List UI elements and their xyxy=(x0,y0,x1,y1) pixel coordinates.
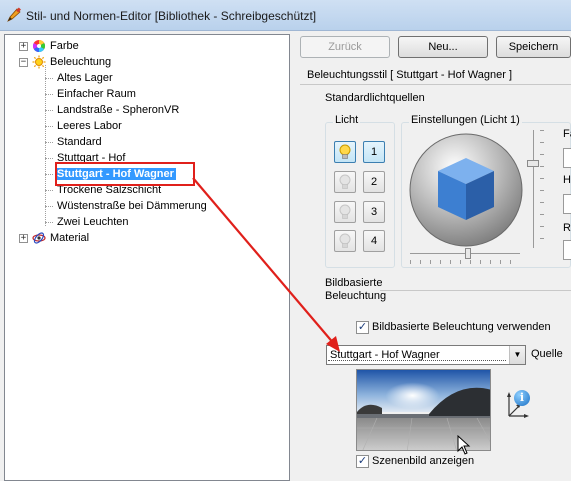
light-2-button[interactable]: 2 xyxy=(363,171,385,193)
vertical-slider-thumb[interactable] xyxy=(527,160,539,167)
tree-item-zwei-leuchten[interactable]: Zwei Leuchten xyxy=(57,214,129,230)
light-4-toggle[interactable] xyxy=(334,230,356,252)
tree-item-standard[interactable]: Standard xyxy=(57,134,102,150)
light-4-button[interactable]: 4 xyxy=(363,230,385,252)
vertical-slider-track[interactable] xyxy=(533,130,534,248)
tree-item-label: Landstraße - SpheronVR xyxy=(57,104,180,116)
ibl-source-label: Quelle xyxy=(531,348,563,360)
style-header: Beleuchtungsstil [ Stuttgart - Hof Wagne… xyxy=(307,69,513,81)
mouse-cursor-icon xyxy=(457,435,471,455)
use-ibl-checkbox[interactable]: ✓ xyxy=(356,321,369,334)
lightbulb-off-icon xyxy=(339,204,351,219)
back-button[interactable]: Zurück xyxy=(300,36,390,58)
header-divider xyxy=(300,84,571,85)
app-pencil-icon xyxy=(7,7,21,22)
tree-guide-line xyxy=(45,110,53,111)
ibl-section-label-line1: Bildbasierte xyxy=(325,277,383,289)
use-ibl-label: Bildbasierte Beleuchtung verwenden xyxy=(372,321,551,333)
settings-group-label: Einstellungen (Licht 1) xyxy=(409,114,522,126)
tree-guide-line xyxy=(45,158,53,159)
tree-node-label: Farbe xyxy=(50,40,79,52)
window-title: Stil- und Normen-Editor [Bibliothek - Sc… xyxy=(26,9,317,23)
tree-node-material[interactable]: + Material xyxy=(19,230,89,246)
material-icon xyxy=(32,232,46,244)
truncated-field[interactable] xyxy=(563,148,571,168)
chevron-down-icon[interactable]: ▼ xyxy=(509,346,525,364)
tree-guide-line xyxy=(45,94,53,95)
truncated-label: R xyxy=(563,222,571,234)
lightbulb-off-icon xyxy=(339,174,351,189)
tree-guide-line xyxy=(45,142,53,143)
info-icon[interactable]: i xyxy=(514,390,530,406)
lightbulb-off-icon xyxy=(339,233,351,248)
tree-item-einfacher-raum[interactable]: Einfacher Raum xyxy=(57,86,136,102)
tree-item-label: Einfacher Raum xyxy=(57,88,136,100)
style-tree[interactable]: + Farbe − Beleuchtung Altes Lager Einfac… xyxy=(4,34,290,481)
truncated-label: Fa xyxy=(563,128,571,140)
ibl-source-dropdown[interactable]: Stuttgart - Hof Wagner ▼ xyxy=(326,345,526,365)
show-scene-label: Szenenbild anzeigen xyxy=(372,455,475,467)
light-group-label: Licht xyxy=(333,114,361,126)
tree-item-landstrasse[interactable]: Landstraße - SpheronVR xyxy=(57,102,179,118)
tree-guide-line xyxy=(45,126,53,127)
tree-item-label: Wüstenstraße bei Dämmerung xyxy=(57,200,207,212)
light-direction-sphere[interactable] xyxy=(408,132,524,248)
sun-icon xyxy=(32,55,46,69)
tree-node-farbe[interactable]: + Farbe xyxy=(19,38,79,54)
light-3-button[interactable]: 3 xyxy=(363,201,385,223)
tree-node-label: Material xyxy=(50,232,90,244)
slider-ticks xyxy=(410,260,520,264)
title-bar: Stil- und Normen-Editor [Bibliothek - Sc… xyxy=(0,0,571,31)
dropdown-focus-underline xyxy=(328,360,506,361)
tree-guide-line xyxy=(45,65,46,226)
save-button[interactable]: Speichern xyxy=(496,36,571,58)
truncated-label: H xyxy=(563,174,571,186)
truncated-field[interactable] xyxy=(563,240,571,260)
tree-item-label: Altes Lager xyxy=(57,72,113,84)
expand-icon[interactable]: + xyxy=(19,233,28,243)
expand-icon[interactable]: + xyxy=(19,41,28,51)
tree-guide-line xyxy=(45,190,53,191)
slider-ticks xyxy=(540,130,544,248)
tree-item-label: Leeres Labor xyxy=(57,120,122,132)
light-1-toggle[interactable] xyxy=(334,141,356,163)
ibl-section-label-line2: Beleuchtung xyxy=(325,290,387,302)
truncated-field[interactable] xyxy=(563,194,571,214)
lightbulb-on-icon xyxy=(339,144,351,159)
tree-item-label: Zwei Leuchten xyxy=(57,216,129,228)
tree-guide-line xyxy=(45,174,53,175)
light-1-button[interactable]: 1 xyxy=(363,141,385,163)
color-wheel-icon xyxy=(32,40,46,52)
tree-item-altes-lager[interactable]: Altes Lager xyxy=(57,70,113,86)
tree-item-wuestenstrasse[interactable]: Wüstenstraße bei Dämmerung xyxy=(57,198,207,214)
tree-node-label: Beleuchtung xyxy=(50,56,112,68)
tree-guide-line xyxy=(45,222,53,223)
tree-item-leeres-labor[interactable]: Leeres Labor xyxy=(57,118,122,134)
tree-item-label: Standard xyxy=(57,136,102,148)
new-button[interactable]: Neu... xyxy=(398,36,488,58)
ibl-divider xyxy=(380,290,571,291)
light-2-toggle[interactable] xyxy=(334,171,356,193)
tree-node-beleuchtung[interactable]: − Beleuchtung xyxy=(19,54,111,70)
collapse-icon[interactable]: − xyxy=(19,57,28,67)
light-3-toggle[interactable] xyxy=(334,201,356,223)
standard-lights-label: Standardlichtquellen xyxy=(325,92,425,104)
horizontal-slider-thumb[interactable] xyxy=(465,248,471,259)
show-scene-checkbox[interactable]: ✓ xyxy=(356,455,369,468)
tree-guide-line xyxy=(45,206,53,207)
tree-guide-line xyxy=(45,78,53,79)
highlight-annotation-box xyxy=(55,162,195,186)
